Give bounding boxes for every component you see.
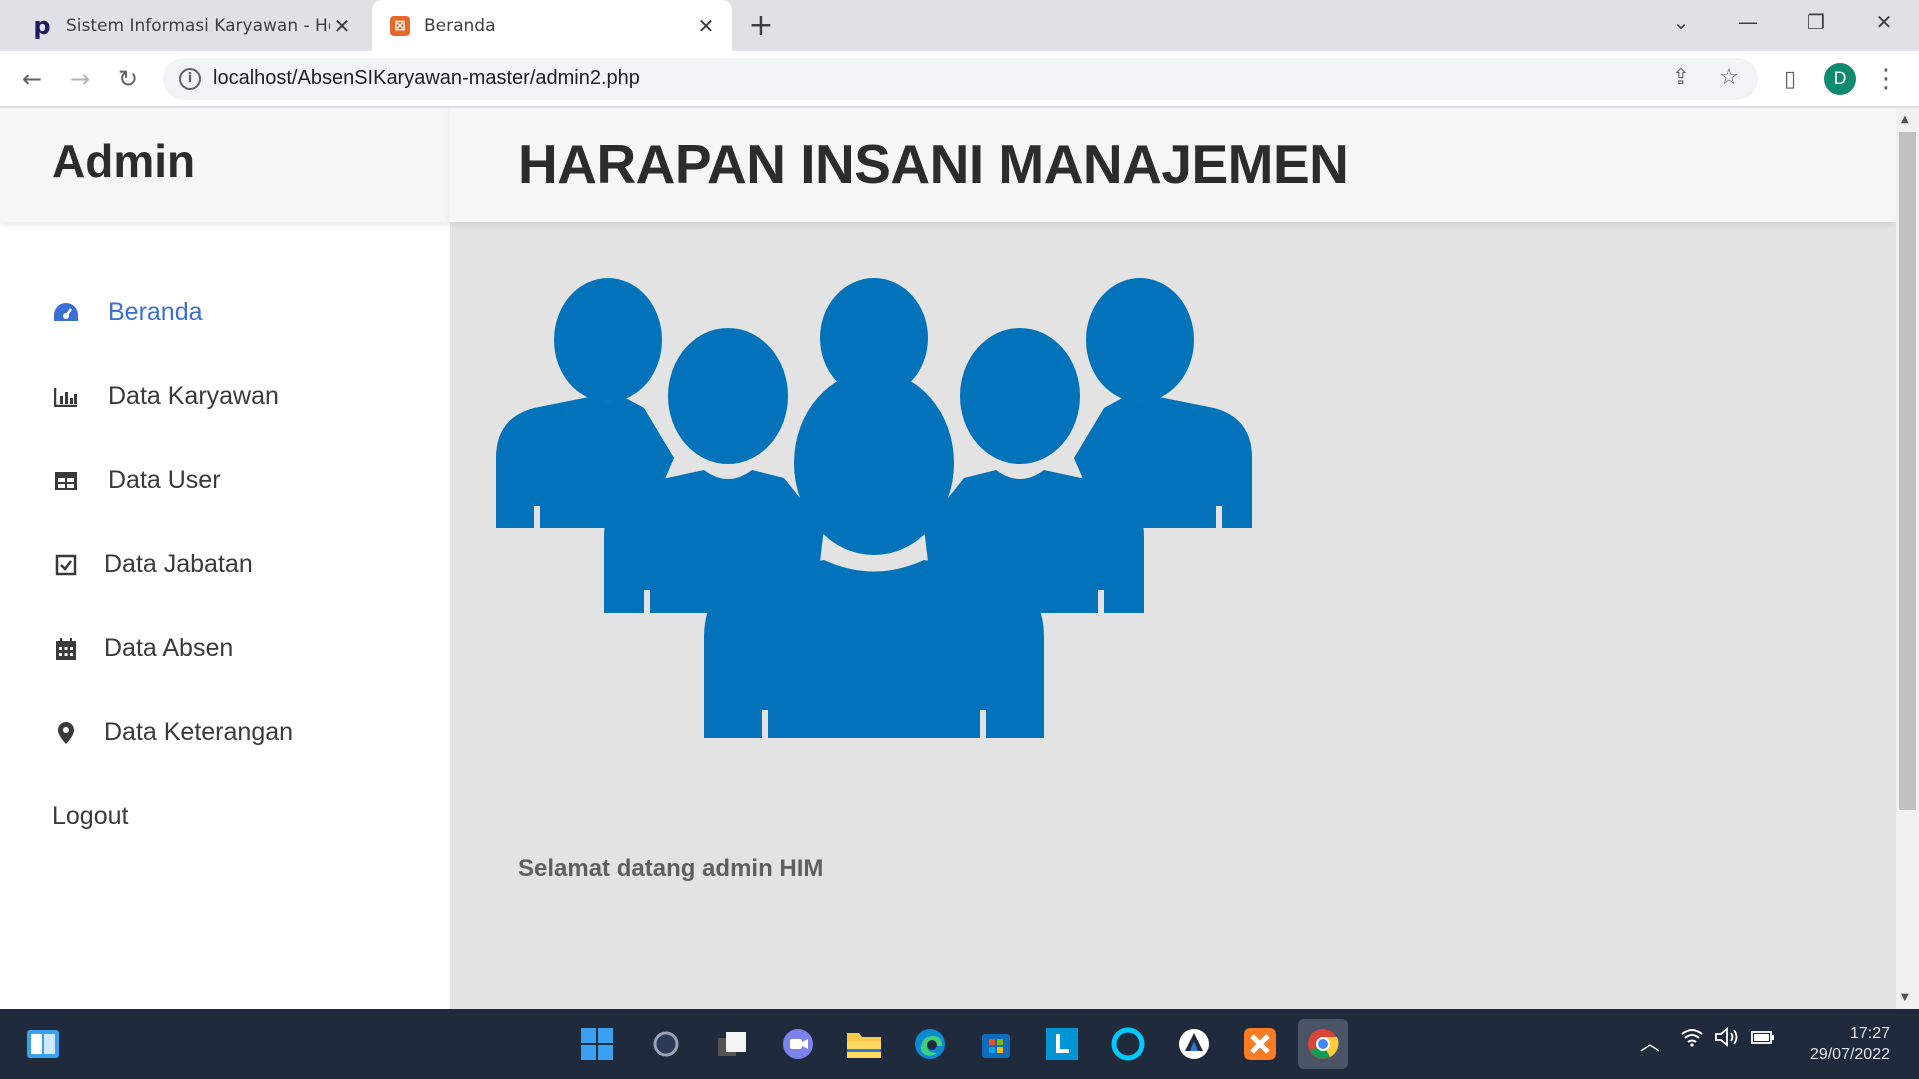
tab-title: Beranda [424, 15, 496, 36]
sidebar-item-label: Data User [108, 466, 221, 494]
browser-toolbar: ← → ↻ i localhost/AbsenSIKaryawan-master… [0, 51, 1919, 107]
sidebar: Admin Beranda Data Karyawan Data User Da [0, 108, 450, 1009]
sidebar-item-beranda[interactable]: Beranda [52, 298, 203, 327]
start-icon[interactable] [572, 1019, 622, 1069]
check-square-icon [52, 551, 80, 579]
sidebar-title: Admin [52, 135, 196, 187]
main-content: HARAPAN INSANI MANAJEMEN Selamat datang … [450, 108, 1896, 1009]
logout-label: Logout [52, 802, 129, 830]
restore-button[interactable]: ❐ [1787, 0, 1845, 44]
map-pin-icon [52, 719, 80, 747]
search-icon[interactable] [641, 1019, 691, 1069]
calendar-icon [52, 635, 80, 663]
bookmark-star-icon[interactable]: ☆ [1715, 65, 1743, 93]
close-tab-icon[interactable]: ✕ [330, 14, 354, 38]
browser-tab-1[interactable]: p Sistem Informasi Karyawan - Hom ✕ [0, 0, 368, 51]
site-info-icon[interactable]: i [179, 68, 201, 90]
sidebar-item-label: Data Absen [104, 634, 234, 662]
xampp-icon: ⊠ [390, 15, 410, 36]
web-page: Admin Beranda Data Karyawan Data User Da [0, 108, 1896, 1009]
logout-link[interactable]: Logout [52, 802, 128, 831]
scroll-down-icon[interactable]: ▼ [1901, 992, 1909, 1003]
volume-icon[interactable] [1714, 1027, 1740, 1052]
sidebar-item-label: Beranda [108, 298, 203, 326]
sidebar-item-data-karyawan[interactable]: Data Karyawan [52, 382, 279, 411]
tab-search-icon[interactable]: ⌄ [1652, 0, 1710, 44]
tab-title: Sistem Informasi Karyawan - Hom [66, 15, 330, 36]
microsoft-store-icon[interactable] [971, 1019, 1021, 1069]
reload-icon[interactable]: ↻ [110, 61, 146, 97]
table-icon [52, 467, 80, 495]
clock-time: 17:27 [1849, 1025, 1890, 1042]
side-panel-icon[interactable]: ▯ [1774, 63, 1806, 95]
sidebar-item-data-absen[interactable]: Data Absen [52, 634, 233, 663]
wifi-icon[interactable] [1680, 1027, 1704, 1052]
system-clock[interactable]: 17:27 29/07/2022 [1790, 1023, 1890, 1065]
close-window-button[interactable]: ✕ [1855, 0, 1913, 44]
edge-icon[interactable] [905, 1019, 955, 1069]
pmb-favicon-icon: p [33, 11, 51, 40]
browser-tab-2[interactable]: ⊠ Beranda ✕ [372, 0, 732, 51]
file-explorer-icon[interactable] [839, 1019, 889, 1069]
xampp-taskbar-icon[interactable] [1235, 1019, 1285, 1069]
address-bar[interactable]: i localhost/AbsenSIKaryawan-master/admin… [163, 58, 1758, 100]
page-scrollbar[interactable]: ▲ ▼ [1896, 108, 1919, 1009]
dashboard-icon [52, 299, 80, 327]
url-text: localhost/AbsenSIKaryawan-master/admin2.… [213, 67, 640, 89]
share-icon[interactable]: ⇪ [1667, 65, 1695, 93]
close-tab-icon[interactable]: ✕ [694, 14, 718, 38]
new-tab-button[interactable]: + [746, 11, 776, 42]
minimize-button[interactable]: — [1719, 0, 1777, 44]
scroll-up-icon[interactable]: ▲ [1901, 114, 1909, 125]
menu-kebab-icon[interactable]: ⋮ [1870, 63, 1902, 95]
welcome-text: Selamat datang admin HIM [518, 855, 824, 882]
windows-taskbar: ︿ 17:27 29/07/2022 [0, 1009, 1919, 1079]
task-view-icon[interactable] [707, 1019, 757, 1069]
l-app-icon[interactable] [1037, 1019, 1087, 1069]
chrome-icon[interactable] [1298, 1019, 1348, 1069]
browser-tab-strip: p Sistem Informasi Karyawan - Hom ✕ ⊠ Be… [0, 0, 1919, 51]
main-header: HARAPAN INSANI MANAJEMEN [450, 108, 1896, 222]
inkscape-icon[interactable] [1169, 1019, 1219, 1069]
profile-avatar[interactable]: D [1824, 63, 1856, 95]
forward-icon[interactable]: → [62, 61, 98, 97]
sidebar-item-data-jabatan[interactable]: Data Jabatan [52, 550, 253, 579]
sidebar-item-label: Data Jabatan [104, 550, 253, 578]
scrollbar-thumb[interactable] [1899, 132, 1916, 810]
battery-icon[interactable] [1750, 1027, 1776, 1052]
sidebar-item-label: Data Keterangan [104, 718, 294, 746]
sidebar-header: Admin [0, 108, 450, 222]
page-title: HARAPAN INSANI MANAJEMEN [518, 133, 1349, 195]
show-hidden-icons-icon[interactable]: ︿ [1640, 1027, 1660, 1056]
widgets-icon[interactable] [18, 1019, 68, 1069]
alexa-icon[interactable] [1103, 1019, 1153, 1069]
sidebar-item-label: Data Karyawan [108, 382, 279, 410]
back-icon[interactable]: ← [14, 61, 50, 97]
sidebar-item-data-keterangan[interactable]: Data Keterangan [52, 718, 293, 747]
sidebar-item-data-user[interactable]: Data User [52, 466, 221, 495]
teams-chat-icon[interactable] [773, 1019, 823, 1069]
clock-date: 29/07/2022 [1809, 1046, 1890, 1063]
bar-chart-icon [52, 383, 80, 411]
people-group-icon [494, 278, 1254, 742]
